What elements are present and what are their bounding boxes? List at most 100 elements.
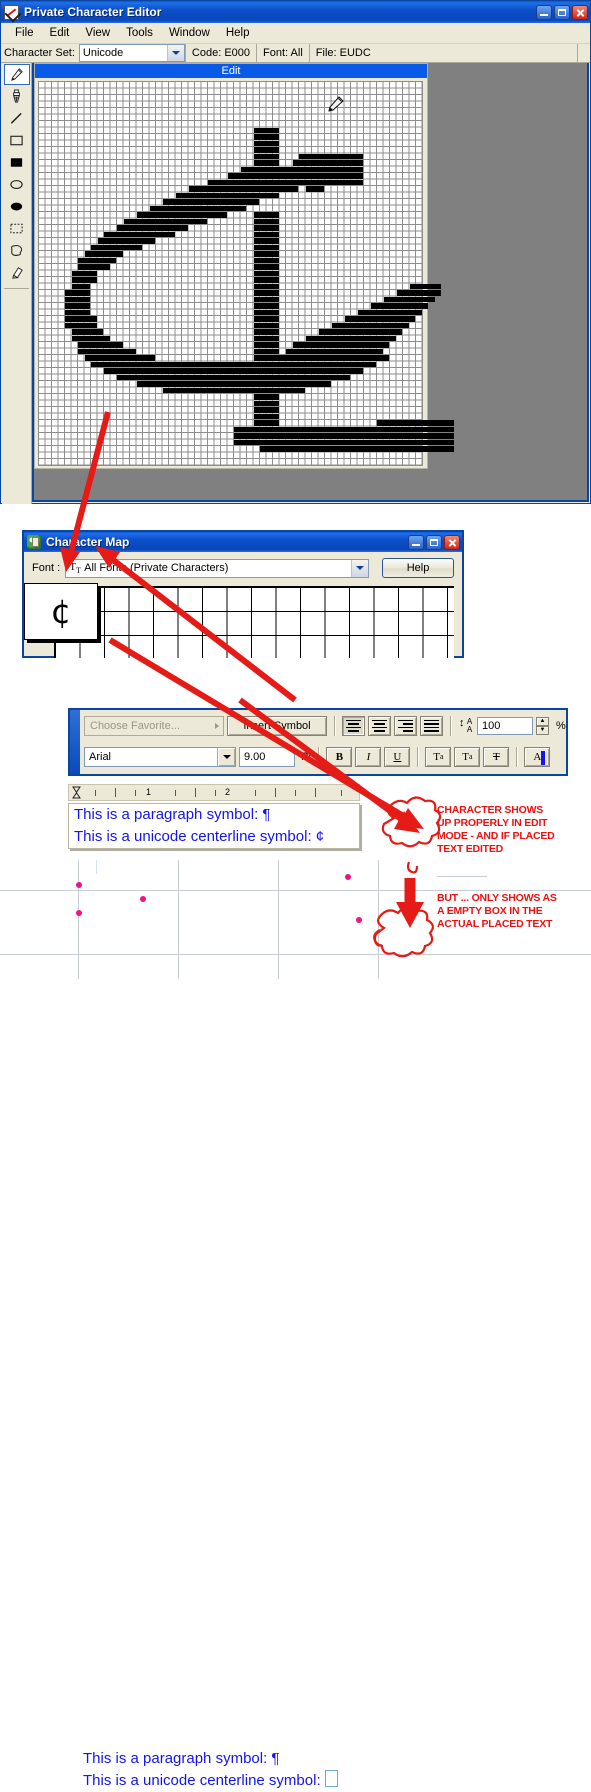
insert-symbol-button[interactable]: Insert Symbol bbox=[227, 715, 327, 736]
glyph-pixel-run bbox=[260, 446, 454, 452]
point-unit-label: Pt bbox=[301, 750, 312, 763]
minimize-icon[interactable] bbox=[408, 534, 424, 550]
glyph-pixel-run bbox=[91, 361, 376, 367]
indent-marker-icon[interactable] bbox=[72, 786, 81, 799]
rectangular-selection-tool[interactable] bbox=[4, 218, 30, 239]
help-button[interactable]: Help bbox=[382, 558, 454, 578]
text-color-button[interactable]: A bbox=[524, 746, 551, 767]
glyph-pixel-grid[interactable] bbox=[38, 81, 454, 466]
character-set-combo[interactable]: Unicode bbox=[78, 44, 185, 62]
glyph-pixel-run bbox=[65, 316, 97, 322]
menu-item-file[interactable]: File bbox=[7, 25, 42, 41]
line-spacing-stepper[interactable]: ▲ ▼ bbox=[536, 716, 549, 735]
align-right-button[interactable] bbox=[394, 715, 417, 736]
glyph-pixel-run bbox=[292, 160, 363, 166]
text-color-letter: A bbox=[533, 750, 542, 763]
charmap-body: Font : TT All Fonts (Private Characters)… bbox=[24, 552, 462, 578]
placed-text-line-2: This is a unicode centerline symbol: bbox=[78, 1770, 378, 1792]
font-size-input[interactable]: 9.00 bbox=[239, 746, 295, 767]
glyph-pixel-run bbox=[253, 127, 279, 133]
glyph-pixel-run bbox=[65, 322, 97, 328]
stepper-up-icon[interactable]: ▲ bbox=[536, 716, 549, 726]
pce-status-bar: Character Set: Unicode Code: E000 Font: … bbox=[1, 44, 590, 63]
status-spacer bbox=[577, 44, 590, 62]
annotation-top-line-1: CHARACTER SHOWS bbox=[437, 804, 544, 816]
selection-handle[interactable] bbox=[76, 910, 82, 916]
pce-titlebar[interactable]: Private Character Editor bbox=[1, 1, 590, 23]
toolbar-divider bbox=[417, 746, 419, 767]
selection-handle[interactable] bbox=[345, 874, 351, 880]
close-icon[interactable] bbox=[444, 534, 460, 550]
menu-item-window[interactable]: Window bbox=[161, 25, 218, 41]
menu-item-help[interactable]: Help bbox=[218, 25, 258, 41]
annotation-top-line-3: MODE - AND IF PLACED bbox=[437, 830, 555, 842]
menu-item-view[interactable]: View bbox=[77, 25, 118, 41]
font-name-combo[interactable]: Arial bbox=[84, 746, 236, 767]
minimize-icon[interactable] bbox=[536, 4, 552, 20]
filled-ellipse-tool[interactable] bbox=[4, 196, 30, 217]
charmap-character-grid[interactable] bbox=[54, 586, 454, 658]
glyph-pixel-run bbox=[234, 426, 454, 432]
character-set-label: Character Set: bbox=[4, 47, 75, 59]
selection-handle[interactable] bbox=[356, 917, 362, 923]
toolbar-drag-grip[interactable] bbox=[70, 710, 80, 774]
line-spacing-input[interactable]: 100 bbox=[477, 716, 533, 735]
maximize-icon[interactable] bbox=[554, 4, 570, 20]
align-center-button[interactable] bbox=[368, 715, 391, 736]
superscript-button[interactable]: Ta bbox=[425, 746, 452, 767]
menu-item-tools[interactable]: Tools bbox=[118, 25, 161, 41]
toolbar-divider bbox=[318, 746, 320, 767]
page-guide-cyan bbox=[96, 860, 97, 874]
align-left-button[interactable] bbox=[342, 715, 365, 736]
glyph-pixel-run bbox=[78, 348, 136, 354]
glyph-pixel-run bbox=[299, 153, 363, 159]
close-icon[interactable] bbox=[572, 4, 588, 20]
straight-line-tool[interactable] bbox=[4, 108, 30, 129]
placed-text-frame[interactable]: This is a paragraph symbol: ¶ This is a … bbox=[78, 1748, 378, 1792]
selection-handle[interactable] bbox=[76, 882, 82, 888]
private-character-editor-window: Private Character Editor File Edit View … bbox=[0, 0, 591, 504]
empty-box-glyph-icon bbox=[324, 1770, 338, 1787]
page-guide-v2 bbox=[178, 860, 179, 979]
eraser-tool[interactable] bbox=[4, 262, 30, 283]
glyph-pixel-run bbox=[253, 270, 279, 276]
brush-tool[interactable] bbox=[4, 86, 30, 107]
glyph-pixel-run bbox=[253, 153, 279, 159]
hollow-ellipse-tool[interactable] bbox=[4, 174, 30, 195]
pencil-tool[interactable] bbox=[3, 64, 30, 85]
subscript-button[interactable]: Ta bbox=[454, 746, 481, 767]
glyph-pixel-run bbox=[253, 290, 279, 296]
glyph-pixel-run bbox=[370, 303, 428, 309]
selection-handle[interactable] bbox=[140, 896, 146, 902]
page-guide-v1 bbox=[78, 860, 79, 979]
status-code: Code: E000 bbox=[184, 44, 256, 62]
charmap-window-title: Character Map bbox=[46, 535, 130, 549]
glyph-pixel-run bbox=[234, 439, 454, 445]
text-editor-toolbar-window: Choose Favorite... Insert Symbol ↕ AA 10… bbox=[68, 708, 568, 776]
menu-item-edit[interactable]: Edit bbox=[42, 25, 78, 41]
horizontal-ruler[interactable]: 1 2 bbox=[68, 784, 360, 801]
choose-favorite-dropdown[interactable]: Choose Favorite... bbox=[84, 715, 224, 736]
glyph-pixel-run bbox=[286, 348, 383, 354]
charmap-titlebar[interactable]: Character Map bbox=[24, 532, 462, 552]
italic-button[interactable]: I bbox=[355, 746, 382, 767]
freeform-selection-tool[interactable] bbox=[4, 240, 30, 261]
hollow-rectangle-tool[interactable] bbox=[4, 130, 30, 151]
chevron-down-icon[interactable] bbox=[351, 559, 368, 577]
stepper-down-icon[interactable]: ▼ bbox=[536, 725, 549, 735]
filled-rectangle-tool[interactable] bbox=[4, 152, 30, 173]
glyph-pixel-run bbox=[97, 238, 155, 244]
charmap-font-combo[interactable]: TT All Fonts (Private Characters) bbox=[65, 558, 369, 578]
chevron-down-icon[interactable] bbox=[166, 45, 184, 61]
glyph-pixel-run bbox=[84, 355, 155, 361]
underline-button[interactable]: U bbox=[384, 746, 411, 767]
bold-button[interactable]: B bbox=[326, 746, 353, 767]
glyph-pixel-run bbox=[123, 218, 207, 224]
maximize-icon[interactable] bbox=[426, 534, 442, 550]
edit-mode-text-box[interactable]: This is a paragraph symbol: ¶ This is a … bbox=[68, 803, 360, 849]
align-justify-button[interactable] bbox=[420, 715, 443, 736]
strikethrough-button[interactable]: T bbox=[483, 746, 510, 767]
glyph-pixel-run bbox=[253, 212, 279, 218]
page-guide-v4 bbox=[378, 860, 379, 979]
chevron-down-icon[interactable] bbox=[217, 747, 235, 766]
